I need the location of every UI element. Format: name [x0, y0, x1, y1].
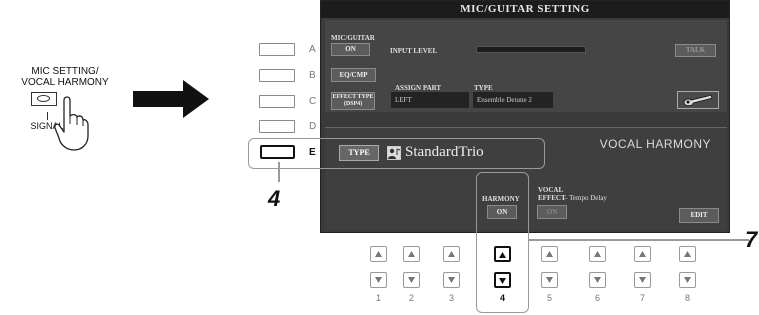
button-a[interactable] [259, 43, 295, 56]
type-value[interactable]: Ensemble Detune 2 [473, 92, 553, 108]
mic-guitar-on-button[interactable]: ON [331, 43, 370, 56]
button-7-up[interactable] [634, 246, 651, 262]
button-4-down[interactable] [494, 272, 511, 288]
down-triangle-icon [546, 277, 553, 283]
button-5-down[interactable] [541, 272, 558, 288]
button-b-label: B [309, 70, 316, 81]
button-6-number: 6 [594, 293, 600, 303]
up-triangle-icon [499, 252, 506, 258]
button-1-down[interactable] [370, 272, 387, 288]
button-d-label: D [309, 121, 317, 132]
screen-title: MIC/GUITAR SETTING [321, 1, 729, 18]
button-7-down[interactable] [634, 272, 651, 288]
talk-button[interactable]: TALK [675, 44, 716, 57]
input-level-label: INPUT LEVEL [390, 47, 438, 55]
button-2-down[interactable] [403, 272, 420, 288]
input-level-meter [476, 46, 586, 53]
button-d[interactable] [259, 120, 295, 133]
panel-button-label: MIC SETTING/ VOCAL HARMONY [10, 66, 120, 88]
panel-label-line1: MIC SETTING/ [31, 66, 99, 77]
button-7-number: 7 [639, 293, 645, 303]
button-c[interactable] [259, 95, 295, 108]
button-c-label: C [309, 96, 317, 107]
signal-led [37, 95, 50, 102]
button-b[interactable] [259, 69, 295, 82]
button-3-number: 3 [448, 293, 454, 303]
button-2-number: 2 [408, 293, 414, 303]
assign-part-label: ASSIGN PART [395, 84, 442, 92]
effect-type-button[interactable]: EFFECT TYPE (DSP4) [331, 92, 375, 110]
vocal-effect-label: VOCAL EFFECT [538, 186, 566, 202]
down-triangle-icon [684, 277, 691, 283]
edit-button[interactable]: EDIT [679, 208, 719, 223]
button-3-down[interactable] [443, 272, 460, 288]
button-2-up[interactable] [403, 246, 420, 262]
row-e-highlight [248, 138, 545, 169]
down-triangle-icon [448, 277, 455, 283]
vocal-effect-on-button[interactable]: ON [537, 205, 567, 219]
up-triangle-icon [684, 251, 691, 257]
guitar-icon [683, 94, 713, 107]
column-4-highlight [476, 172, 529, 313]
down-triangle-icon [375, 277, 382, 283]
down-triangle-icon [408, 277, 415, 283]
button-4-number: 4 [499, 293, 505, 303]
step-7-number: 7 [745, 227, 758, 252]
down-triangle-icon [594, 277, 601, 283]
down-triangle-icon [499, 278, 506, 284]
mic-guitar-pane: MIC/GUITAR ON INPUT LEVEL TALK EQ/CMP AS… [325, 20, 727, 112]
guitar-settings-button[interactable] [677, 91, 719, 109]
up-triangle-icon [448, 251, 455, 257]
assign-part-value[interactable]: LEFT [391, 92, 469, 108]
button-6-up[interactable] [589, 246, 606, 262]
panel-label-line2: VOCAL HARMONY [21, 77, 109, 88]
vocal-harmony-title: VOCAL HARMONY [599, 137, 711, 151]
button-a-label: A [309, 44, 316, 55]
button-3-up[interactable] [443, 246, 460, 262]
signal-tick [46, 112, 48, 120]
button-8-number: 8 [684, 293, 690, 303]
up-triangle-icon [408, 251, 415, 257]
up-triangle-icon [546, 251, 553, 257]
button-5-number: 5 [546, 293, 552, 303]
up-triangle-icon [594, 251, 601, 257]
step-7-leader [529, 239, 749, 241]
button-1-number: 1 [375, 293, 381, 303]
mic-guitar-label: MIC/GUITAR [331, 34, 375, 42]
button-6-down[interactable] [589, 272, 606, 288]
button-1-up[interactable] [370, 246, 387, 262]
eq-cmp-button[interactable]: EQ/CMP [331, 68, 376, 82]
vocal-effect-line2: EFFECT [538, 194, 566, 202]
type-header: TYPE [474, 84, 493, 92]
step-4-number: 4 [268, 186, 281, 211]
up-triangle-icon [375, 251, 382, 257]
button-8-down[interactable] [679, 272, 696, 288]
effect-type-line1: EFFECT TYPE [332, 94, 374, 100]
vocal-effect-value: – Tempo Delay [564, 194, 607, 202]
right-arrow-icon [133, 80, 209, 118]
pressing-hand-icon [54, 96, 89, 151]
effect-type-line2: (DSP4) [343, 101, 363, 107]
vocal-effect-line1: VOCAL [538, 186, 564, 194]
up-triangle-icon [639, 251, 646, 257]
button-5-up[interactable] [541, 246, 558, 262]
button-4-up[interactable] [494, 246, 511, 262]
down-triangle-icon [639, 277, 646, 283]
step-4-leader [278, 162, 280, 182]
button-8-up[interactable] [679, 246, 696, 262]
